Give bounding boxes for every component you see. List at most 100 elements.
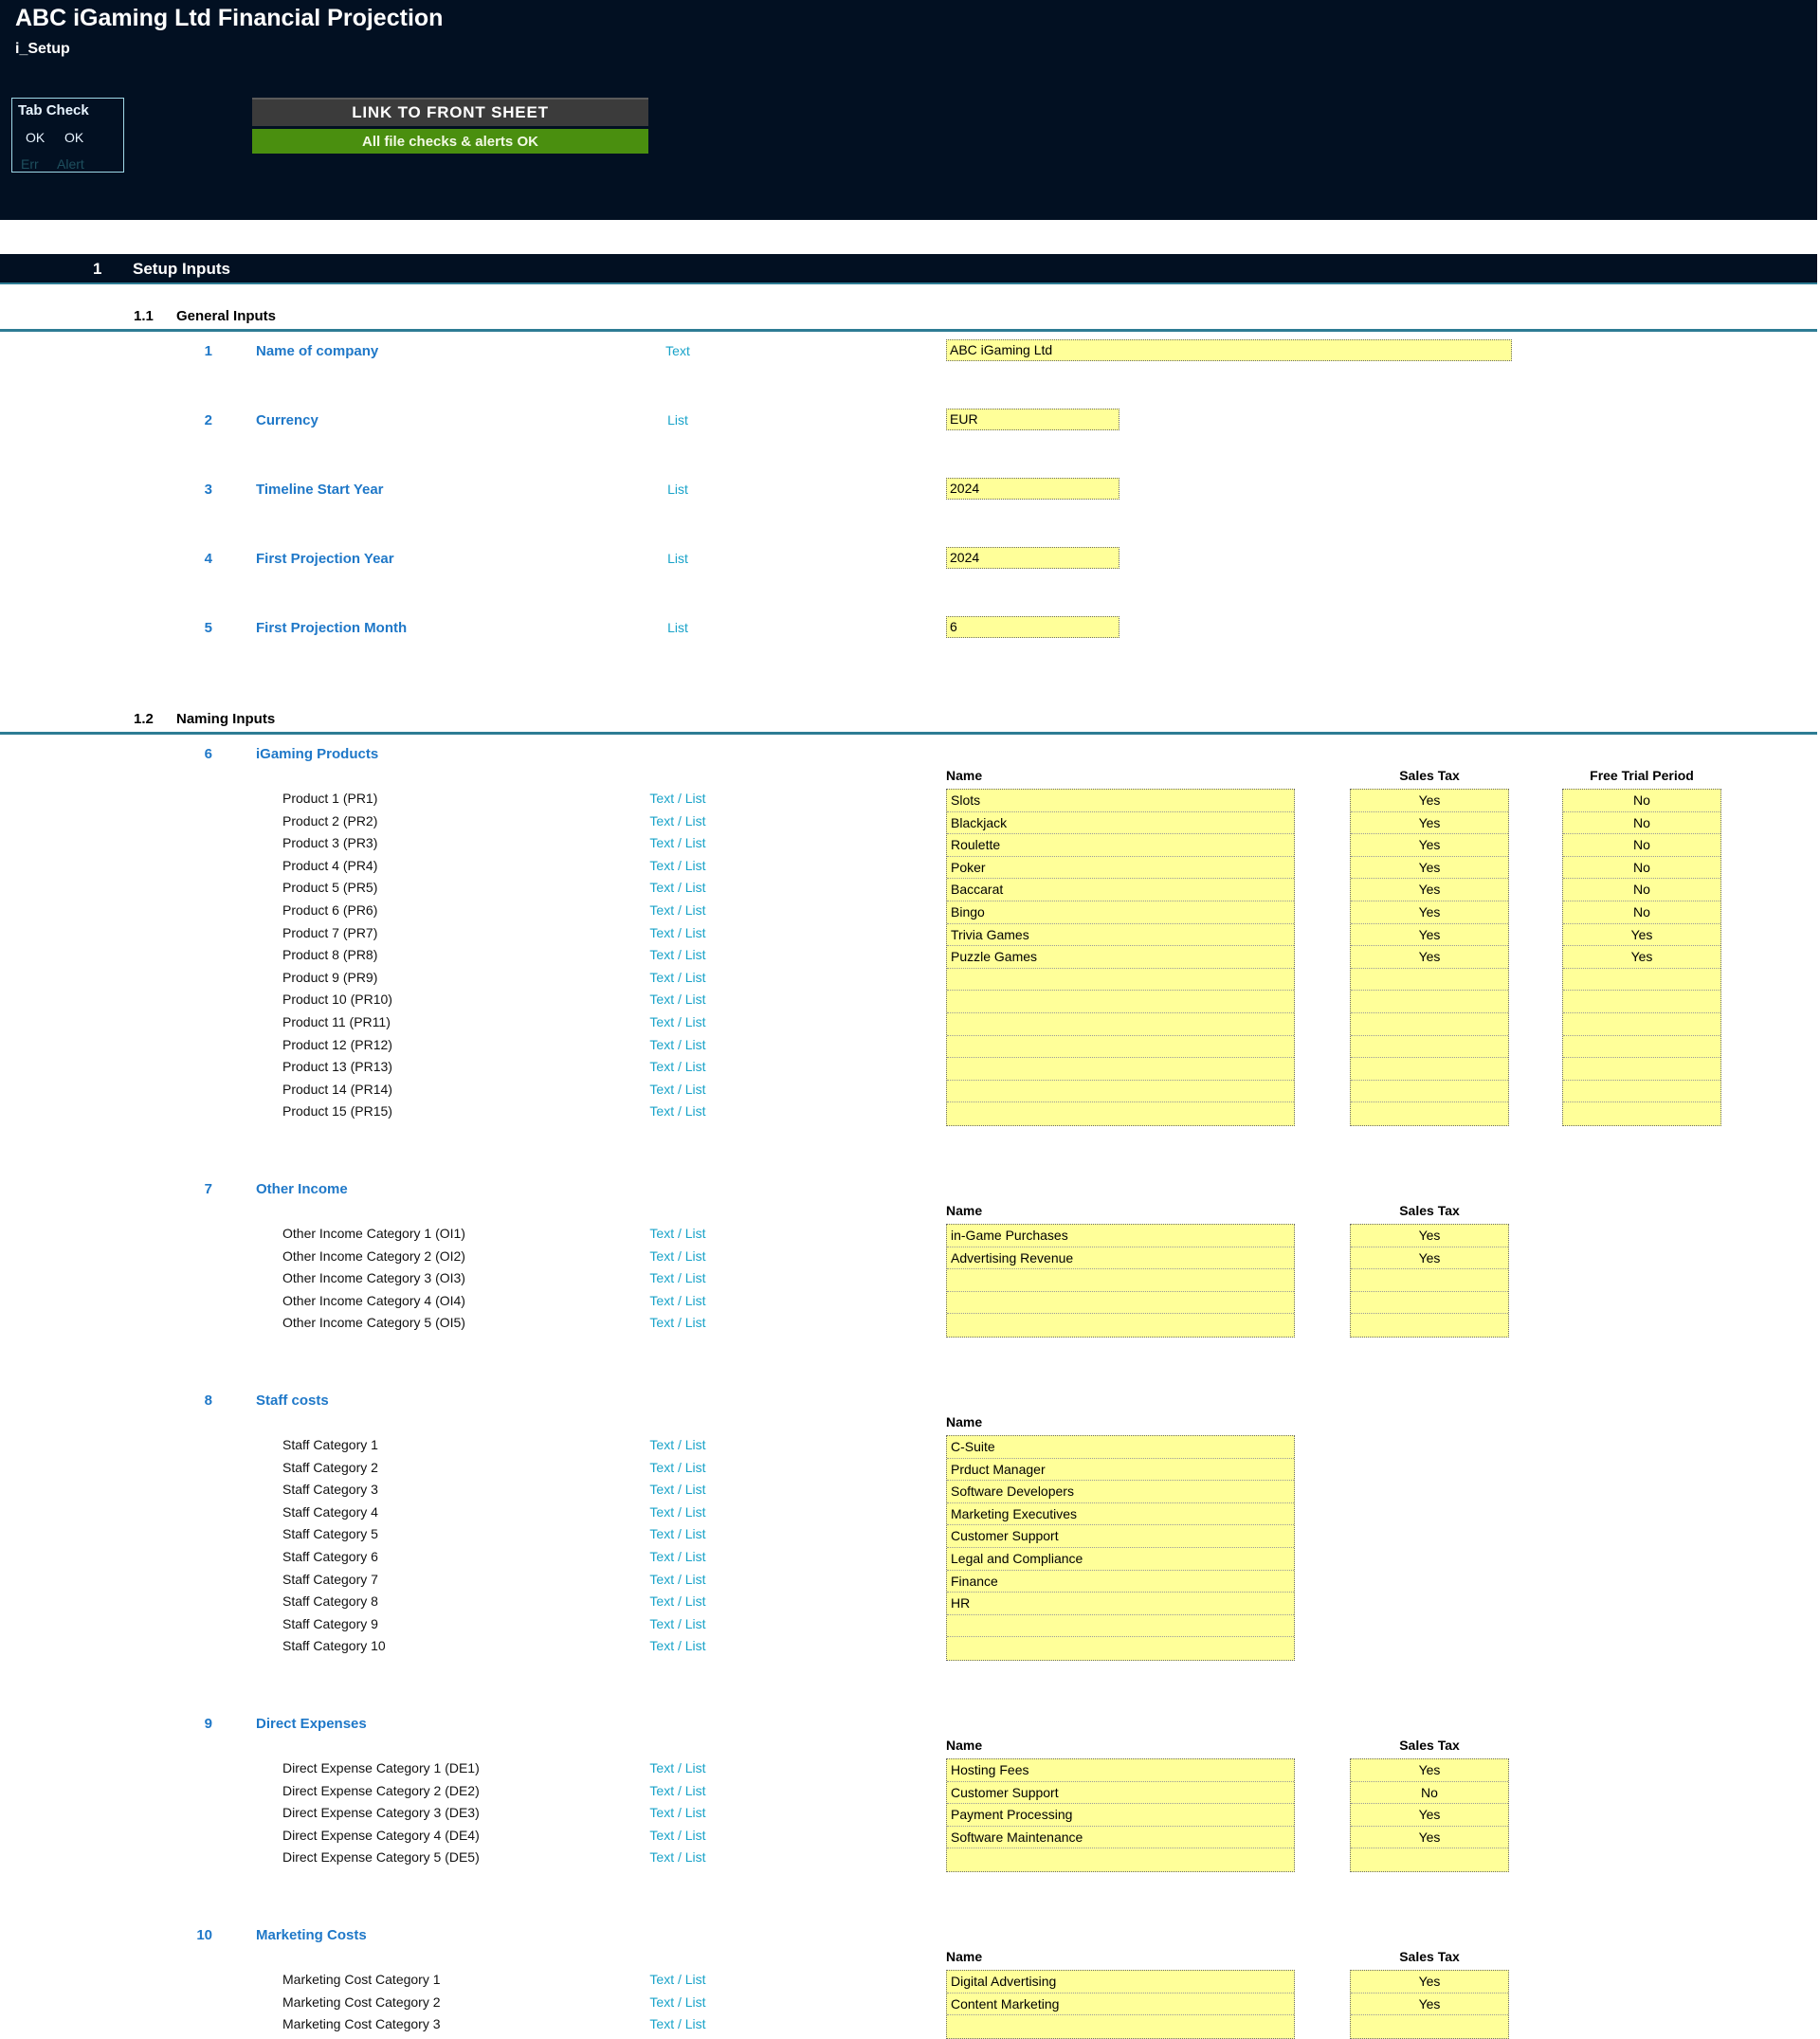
free-trial-cell[interactable]: No: [1563, 857, 1720, 880]
group-row-type: Text / List: [649, 1482, 706, 1498]
sales-tax-cell[interactable]: Yes: [1351, 834, 1508, 857]
sales-tax-cell[interactable]: Yes: [1351, 1993, 1508, 2016]
name-cell[interactable]: [947, 969, 1294, 992]
group-row-type: Text / List: [649, 1315, 706, 1331]
general-row-input[interactable]: 6: [946, 616, 1119, 638]
free-trial-cell[interactable]: No: [1563, 790, 1720, 812]
name-cell[interactable]: Poker: [947, 857, 1294, 880]
name-cell[interactable]: Marketing Executives: [947, 1503, 1294, 1526]
free-trial-cell[interactable]: [1563, 1102, 1720, 1125]
free-trial-cell[interactable]: No: [1563, 901, 1720, 924]
name-cell[interactable]: Prduct Manager: [947, 1459, 1294, 1482]
free-trial-cell[interactable]: No: [1563, 834, 1720, 857]
name-cell[interactable]: Bingo: [947, 901, 1294, 924]
name-cell[interactable]: HR: [947, 1593, 1294, 1615]
name-cell[interactable]: in-Game Purchases: [947, 1225, 1294, 1247]
group-row-label: Staff Category 4: [282, 1503, 378, 1520]
free-trial-cell[interactable]: [1563, 969, 1720, 992]
name-cell[interactable]: Slots: [947, 790, 1294, 812]
name-cell[interactable]: Software Maintenance: [947, 1827, 1294, 1849]
free-trial-cell[interactable]: Yes: [1563, 924, 1720, 947]
name-cell[interactable]: [947, 1615, 1294, 1638]
name-cell[interactable]: [947, 1102, 1294, 1125]
name-cell[interactable]: [947, 1058, 1294, 1081]
sales-tax-cell[interactable]: [1351, 2015, 1508, 2038]
free-trial-cell[interactable]: [1563, 991, 1720, 1013]
subsection-title: General Inputs: [176, 308, 277, 324]
sales-tax-cell[interactable]: Yes: [1351, 812, 1508, 835]
group-title: Staff costs: [256, 1393, 329, 1409]
general-row-input[interactable]: ABC iGaming Ltd: [946, 339, 1512, 361]
name-cell[interactable]: Customer Support: [947, 1525, 1294, 1548]
sales-tax-cell[interactable]: Yes: [1351, 1804, 1508, 1827]
group-row-label: Direct Expense Category 2 (DE2): [282, 1782, 480, 1798]
name-cell[interactable]: Hosting Fees: [947, 1759, 1294, 1782]
name-cell[interactable]: [947, 1848, 1294, 1871]
sales-tax-cell[interactable]: [1351, 1314, 1508, 1337]
sales-tax-cell[interactable]: [1351, 1269, 1508, 1292]
group-row-label: Product 14 (PR14): [282, 1081, 392, 1097]
name-cell[interactable]: Customer Support: [947, 1782, 1294, 1805]
name-cell[interactable]: Roulette: [947, 834, 1294, 857]
title-banner: ABC iGaming Ltd Financial Projection i_S…: [0, 0, 1817, 220]
sales-tax-cell[interactable]: No: [1351, 1782, 1508, 1805]
free-trial-cell[interactable]: [1563, 1013, 1720, 1036]
name-cell[interactable]: C-Suite: [947, 1436, 1294, 1459]
sales-tax-cell[interactable]: Yes: [1351, 1225, 1508, 1247]
name-cell[interactable]: Blackjack: [947, 812, 1294, 835]
name-cell[interactable]: Finance: [947, 1571, 1294, 1593]
name-cell[interactable]: Payment Processing: [947, 1804, 1294, 1827]
name-cell[interactable]: [947, 1637, 1294, 1660]
sales-tax-cell[interactable]: [1351, 991, 1508, 1013]
name-cell[interactable]: Software Developers: [947, 1481, 1294, 1503]
name-cell[interactable]: [947, 1269, 1294, 1292]
sales-tax-cell[interactable]: Yes: [1351, 1759, 1508, 1782]
sales-tax-cell[interactable]: [1351, 1848, 1508, 1871]
sales-tax-cell[interactable]: Yes: [1351, 924, 1508, 947]
sheet-name-label: i_Setup: [15, 41, 70, 57]
sales-tax-cell[interactable]: Yes: [1351, 901, 1508, 924]
name-cell[interactable]: [947, 1013, 1294, 1036]
name-cell[interactable]: [947, 1314, 1294, 1337]
sales-tax-cell[interactable]: Yes: [1351, 946, 1508, 969]
group-row-label: Product 7 (PR7): [282, 924, 378, 940]
name-cell[interactable]: Advertising Revenue: [947, 1247, 1294, 1270]
general-row-input[interactable]: 2024: [946, 478, 1119, 500]
name-cell[interactable]: [947, 1036, 1294, 1059]
sales-tax-cell[interactable]: [1351, 969, 1508, 992]
name-cell[interactable]: [947, 1081, 1294, 1103]
sales-tax-cell[interactable]: [1351, 1036, 1508, 1059]
name-cell[interactable]: Legal and Compliance: [947, 1548, 1294, 1571]
general-row-input[interactable]: 2024: [946, 547, 1119, 569]
free-trial-cell[interactable]: No: [1563, 879, 1720, 901]
sales-tax-cell[interactable]: [1351, 1102, 1508, 1125]
column-header-free-trial: Free Trial Period: [1590, 768, 1694, 783]
sales-tax-cell[interactable]: [1351, 1013, 1508, 1036]
free-trial-cell[interactable]: Yes: [1563, 946, 1720, 969]
name-cell[interactable]: [947, 991, 1294, 1013]
name-cell[interactable]: [947, 2015, 1294, 2038]
sales-tax-cell[interactable]: Yes: [1351, 857, 1508, 880]
sales-tax-cell[interactable]: [1351, 1081, 1508, 1103]
name-cell[interactable]: Content Marketing: [947, 1993, 1294, 2016]
free-trial-cell[interactable]: [1563, 1036, 1720, 1059]
free-trial-cell[interactable]: [1563, 1058, 1720, 1081]
name-cell[interactable]: Puzzle Games: [947, 946, 1294, 969]
general-row-input[interactable]: EUR: [946, 409, 1119, 430]
sales-tax-cell[interactable]: Yes: [1351, 1971, 1508, 1993]
section-number: 1: [93, 260, 102, 278]
sales-tax-cell[interactable]: Yes: [1351, 790, 1508, 812]
sales-tax-cell[interactable]: Yes: [1351, 1827, 1508, 1849]
sales-tax-cell[interactable]: [1351, 1292, 1508, 1315]
name-cell[interactable]: Baccarat: [947, 879, 1294, 901]
name-cell[interactable]: Trivia Games: [947, 924, 1294, 947]
name-cell[interactable]: [947, 1292, 1294, 1315]
group-number: 7: [204, 1181, 212, 1197]
link-to-front-sheet-button[interactable]: LINK TO FRONT SHEET: [252, 98, 648, 126]
sales-tax-cell[interactable]: Yes: [1351, 1247, 1508, 1270]
free-trial-cell[interactable]: No: [1563, 812, 1720, 835]
free-trial-cell[interactable]: [1563, 1081, 1720, 1103]
name-cell[interactable]: Digital Advertising: [947, 1971, 1294, 1993]
sales-tax-cell[interactable]: Yes: [1351, 879, 1508, 901]
sales-tax-cell[interactable]: [1351, 1058, 1508, 1081]
